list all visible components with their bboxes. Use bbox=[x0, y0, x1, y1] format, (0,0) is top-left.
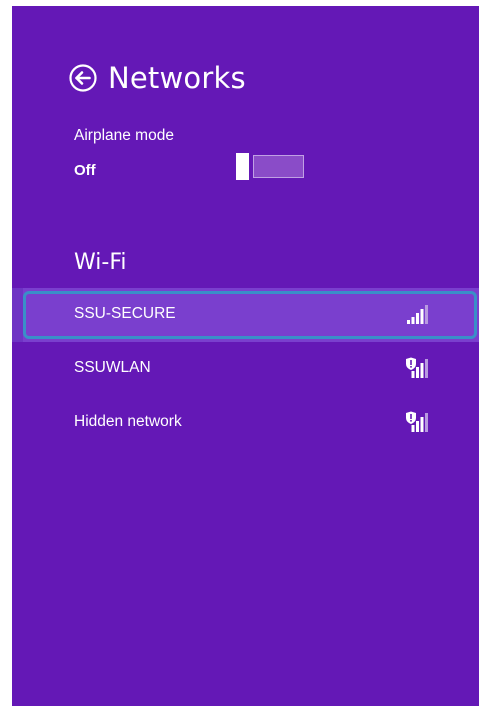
page-title: Networks bbox=[108, 61, 246, 95]
signal-strength-icon bbox=[405, 303, 435, 325]
toggle-thumb bbox=[236, 153, 249, 180]
network-flyout: Networks Airplane mode Off Wi-Fi SSU-SEC… bbox=[12, 6, 479, 706]
network-item-hidden-network[interactable]: Hidden network bbox=[12, 396, 479, 450]
secured-signal-icon bbox=[405, 357, 435, 379]
airplane-mode-state: Off bbox=[74, 162, 96, 179]
back-arrow-circle-icon[interactable] bbox=[68, 63, 98, 93]
network-list: SSU-SECURE SSUWLAN Hidden network bbox=[12, 288, 479, 450]
airplane-mode-label: Airplane mode bbox=[74, 127, 174, 144]
wifi-heading: Wi-Fi bbox=[74, 250, 127, 275]
network-name: SSU-SECURE bbox=[74, 305, 176, 322]
network-item-ssu-secure[interactable]: SSU-SECURE bbox=[12, 288, 479, 342]
secured-signal-icon bbox=[405, 411, 435, 433]
airplane-mode-toggle[interactable] bbox=[236, 153, 304, 180]
header: Networks bbox=[68, 58, 246, 98]
toggle-track bbox=[253, 155, 304, 178]
network-name: Hidden network bbox=[74, 413, 182, 430]
network-name: SSUWLAN bbox=[74, 359, 151, 376]
network-item-ssuwlan[interactable]: SSUWLAN bbox=[12, 342, 479, 396]
